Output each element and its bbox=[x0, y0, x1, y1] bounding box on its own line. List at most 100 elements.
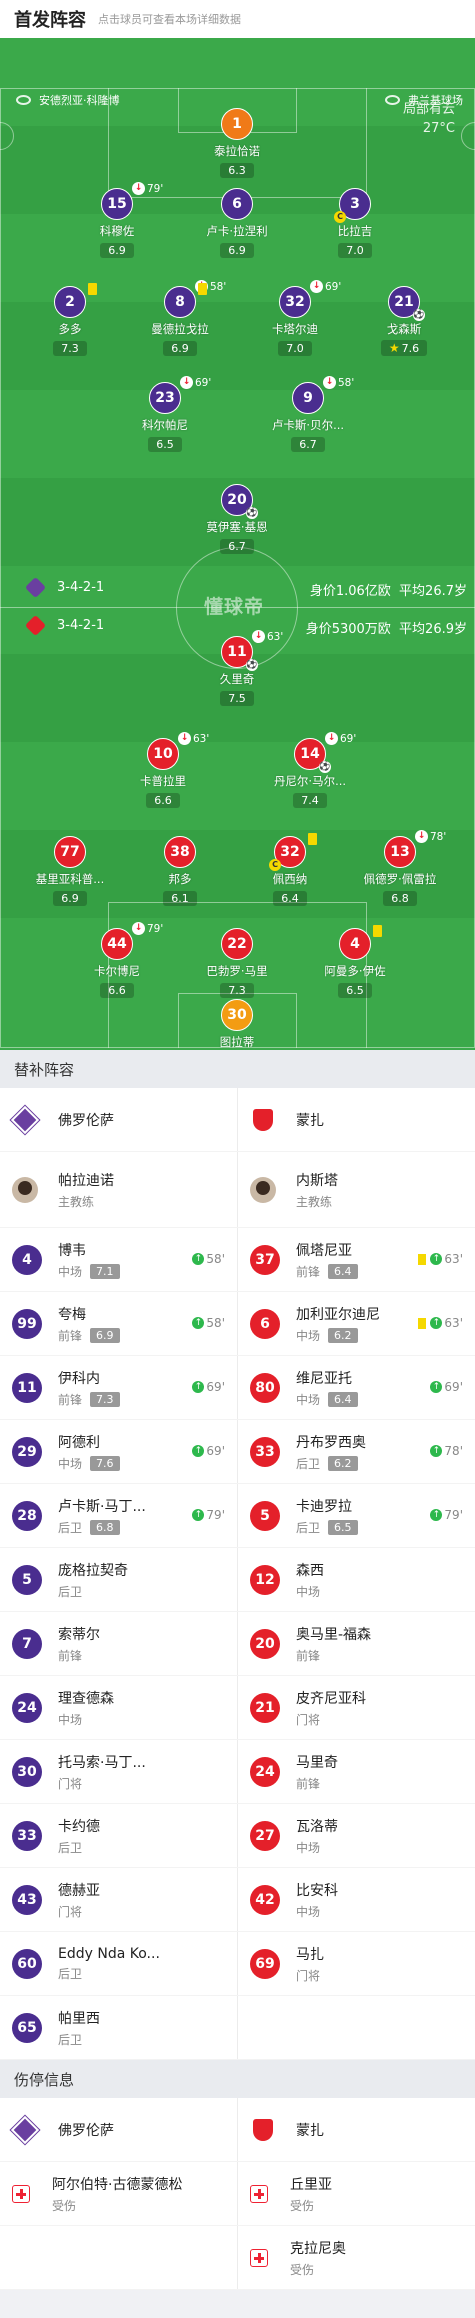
player-marker[interactable]: ↓ 79' 44 卡尔博尼 6.6 bbox=[62, 922, 172, 998]
player-marker[interactable]: ↓ 63' 11 ⚽ 久里奇 7.5 bbox=[182, 630, 292, 706]
sub-in-time: ↑ 58' bbox=[192, 1252, 225, 1266]
injured-player[interactable]: 丘里亚 受伤 bbox=[237, 2162, 475, 2225]
player-number: 33 bbox=[12, 1820, 42, 1851]
sub-player[interactable]: 99 夸梅 前锋 6.9 ↑ 58' bbox=[0, 1292, 237, 1355]
player-name: 多多 bbox=[58, 322, 82, 336]
sub-player[interactable]: 28 卢卡斯·马丁... 后卫 6.8 ↑ 79' bbox=[0, 1484, 237, 1547]
star-icon: ★ bbox=[388, 341, 400, 355]
sub-player[interactable]: 80 维尼亚托 中场 6.4 ↑ 69' bbox=[237, 1356, 475, 1419]
player-number: 20 ⚽ bbox=[221, 484, 258, 519]
player-name: 伊科内 bbox=[58, 1370, 100, 1387]
player-name: 阿曼多·伊佐 bbox=[324, 964, 386, 978]
sub-in-icon: ↑ bbox=[192, 1445, 205, 1457]
yellow-card-icon bbox=[88, 283, 97, 295]
sub-player[interactable]: 42 比安科 中场 bbox=[237, 1868, 475, 1931]
player-marker[interactable]: 30图拉蒂7.1 bbox=[182, 999, 292, 1050]
player-marker[interactable]: ↓58'8曼德拉戈拉6.9 bbox=[125, 280, 235, 356]
player-name: 卢卡·拉涅利 bbox=[206, 224, 268, 238]
sub-player[interactable]: 5 卡迪罗拉 后卫 6.5 ↑ 79' bbox=[237, 1484, 475, 1547]
sub-player[interactable]: 29 阿德利 中场 7.6 ↑ 69' bbox=[0, 1420, 237, 1483]
player-marker[interactable]: 4 阿曼多·伊佐 6.5 bbox=[300, 925, 410, 998]
player-name: 莫伊塞·基恩 bbox=[206, 520, 268, 534]
sub-player[interactable]: 33 卡约德 后卫 bbox=[0, 1804, 237, 1867]
player-rating: 6.3 bbox=[220, 163, 254, 178]
player-marker[interactable]: 32 C 佩西纳 6.4 bbox=[235, 833, 345, 906]
sub-player[interactable]: 43 德赫亚 门将 bbox=[0, 1868, 237, 1931]
player-name: 马扎 bbox=[296, 1946, 324, 1963]
injured-player[interactable]: 克拉尼奥 受伤 bbox=[237, 2226, 475, 2289]
substitution-event: ↓ 69' bbox=[180, 376, 211, 389]
goal-ball-icon: ⚽ bbox=[413, 309, 425, 321]
player-number: 5 bbox=[12, 1564, 42, 1595]
player-marker[interactable]: 77 基里亚科普... 6.9 bbox=[15, 836, 125, 906]
sub-player[interactable]: 4 博韦 中场 7.1 ↑ 58' bbox=[0, 1228, 237, 1291]
player-rating: 6.4 bbox=[328, 1391, 358, 1407]
player-marker[interactable]: 1 泰拉恰诺 6.3 bbox=[182, 108, 292, 178]
player-number: 32 C bbox=[269, 833, 317, 871]
player-marker[interactable]: 2 多多 7.3 bbox=[15, 283, 125, 356]
sub-player[interactable]: 6 加利亚尔迪尼 中场 6.2 ↑ 63' bbox=[237, 1292, 475, 1355]
sub-player[interactable]: 24 马里奇 前锋 bbox=[237, 1740, 475, 1803]
sub-in-time: ↑ 79' bbox=[430, 1508, 463, 1522]
player-rating: 6.9 bbox=[100, 243, 134, 258]
player-marker[interactable]: ↓ 58' 9 卢卡斯·贝尔... 6.7 bbox=[253, 376, 363, 452]
player-marker[interactable]: 3 C 比拉吉 7.0 bbox=[300, 188, 410, 258]
player-name: 巴勃罗·马里 bbox=[206, 964, 268, 978]
substitution-event: ↓58' bbox=[323, 376, 354, 389]
player-name: 科尔帕尼 bbox=[142, 418, 188, 432]
sub-player[interactable]: 24 理查德森 中场 bbox=[0, 1676, 237, 1739]
player-rating: 6.8 bbox=[90, 1519, 120, 1535]
player-number: 21 ⚽ bbox=[388, 286, 425, 321]
sub-player[interactable]: 37 佩塔尼亚 前锋 6.4 ↑ 63' bbox=[237, 1228, 475, 1291]
player-number: 33 bbox=[250, 1436, 280, 1467]
player-marker[interactable]: 20 ⚽ 莫伊塞·基恩 6.7 bbox=[182, 484, 292, 554]
sub-player[interactable]: 20 奥马里-福森 前锋 bbox=[237, 1612, 475, 1675]
goal-ball-icon: ⚽ bbox=[319, 761, 331, 773]
player-number: 12 bbox=[250, 1564, 280, 1595]
captain-icon: C bbox=[334, 211, 346, 223]
page-title: 首发阵容 bbox=[14, 10, 86, 31]
player-marker[interactable]: 21 ⚽ 戈森斯 ★ 7.6 bbox=[349, 286, 459, 356]
sub-player[interactable]: 30 托马索·马丁... 门将 bbox=[0, 1740, 237, 1803]
player-marker[interactable]: ↓ 69' 14 ⚽ 丹尼尔·马尔... 7.4 bbox=[255, 732, 365, 808]
player-marker[interactable]: 38 邦多 6.1 bbox=[125, 836, 235, 906]
captain-icon: C bbox=[269, 859, 281, 871]
sub-player[interactable]: 27 瓦洛蒂 中场 bbox=[237, 1804, 475, 1867]
sub-player[interactable]: 65 帕里西 后卫 bbox=[0, 1996, 237, 2059]
sub-player[interactable]: 11 伊科内 前锋 7.3 ↑ 69' bbox=[0, 1356, 237, 1419]
injured-player[interactable]: 阿尔伯特·古德蒙德松 受伤 bbox=[0, 2162, 237, 2225]
player-number: 8 bbox=[164, 283, 207, 318]
sub-player[interactable]: 5 庞格拉契奇 后卫 bbox=[0, 1548, 237, 1611]
player-position: 中场 6.2 bbox=[296, 1327, 380, 1344]
player-number: 6 bbox=[221, 188, 253, 220]
player-name: 卡尔博尼 bbox=[94, 964, 140, 978]
injury-status: 受伤 bbox=[290, 2198, 315, 2213]
player-marker[interactable]: ↓ 63' 10 卡普拉里 6.6 bbox=[108, 732, 218, 808]
player-rating: 7.6 bbox=[90, 1455, 120, 1471]
player-rating: 7.3 bbox=[90, 1391, 120, 1407]
player-marker[interactable]: ↓ 69' 23 科尔帕尼 6.5 bbox=[110, 376, 220, 452]
home-coach[interactable]: 帕拉迪诺 主教练 bbox=[0, 1152, 237, 1227]
away-coach[interactable]: 内斯塔 主教练 bbox=[237, 1152, 475, 1227]
sub-player[interactable]: 60 Eddy Nda Ko... 后卫 bbox=[0, 1932, 237, 1995]
away-value: 身价5300万欧 平均26.9岁 bbox=[305, 622, 467, 637]
fiorentina-crest-icon bbox=[24, 576, 47, 599]
player-marker[interactable]: 6 卢卡·拉涅利 6.9 bbox=[182, 188, 292, 258]
monza-crest-icon bbox=[24, 614, 47, 637]
sub-out-icon: ↓ bbox=[252, 630, 265, 643]
player-rating: 6.7 bbox=[220, 539, 254, 554]
player-number: 44 bbox=[101, 928, 133, 960]
player-marker[interactable]: ↓ 78' 13 佩德罗·佩雷拉 6.8 bbox=[345, 830, 455, 906]
avatar bbox=[12, 1176, 38, 1203]
home-formation: 3-4-2-1 bbox=[24, 576, 104, 599]
sub-player[interactable]: 33 丹布罗西奥 后卫 6.2 ↑ 78' bbox=[237, 1420, 475, 1483]
player-marker[interactable]: 22 巴勃罗·马里 7.3 bbox=[182, 928, 292, 998]
player-marker[interactable]: ↓ 79' 15 科穆佐 6.9 bbox=[62, 182, 172, 258]
sub-player[interactable]: 69 马扎 门将 bbox=[237, 1932, 475, 1995]
sub-player[interactable]: 12 森西 中场 bbox=[237, 1548, 475, 1611]
player-rating: 6.7 bbox=[291, 437, 325, 452]
player-marker[interactable]: ↓ 69' 32 卡塔尔迪 7.0 bbox=[240, 280, 350, 356]
player-number: 9 bbox=[292, 382, 324, 414]
sub-player[interactable]: 21 皮齐尼亚科 门将 bbox=[237, 1676, 475, 1739]
sub-player[interactable]: 7 索蒂尔 前锋 bbox=[0, 1612, 237, 1675]
